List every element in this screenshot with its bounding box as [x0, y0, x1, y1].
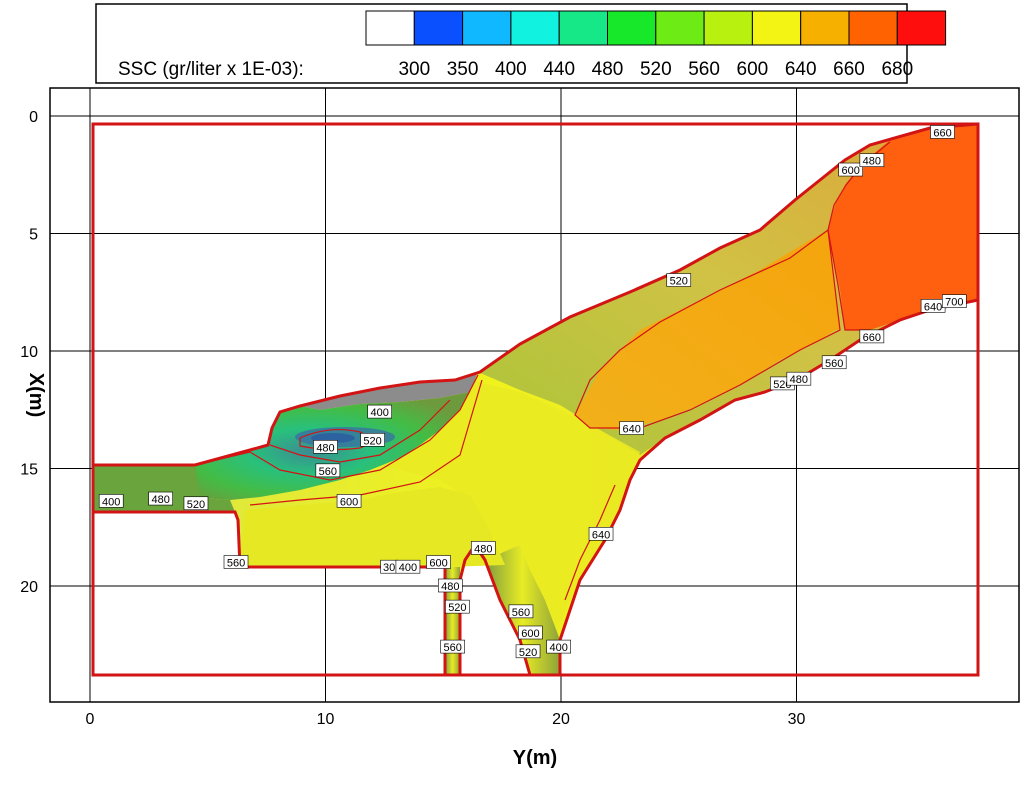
x-axis-title: Y(m) [513, 747, 557, 769]
legend-swatch [848, 10, 898, 46]
contour-label: 400 [549, 642, 567, 654]
contour-label: 30 [383, 562, 395, 574]
x-tick-label: 10 [317, 711, 335, 728]
legend-level-label: 640 [785, 59, 817, 80]
legend-level-label: 400 [495, 59, 527, 80]
contour-label: 400 [370, 407, 388, 419]
legend-swatch [558, 10, 609, 46]
concentration-contour-chart: SSC (gr/liter x 1E-03): 300 350 400 440 480 5… [20, 3, 1020, 769]
y-tick-label: 15 [20, 462, 38, 479]
contour-label: 480 [151, 494, 169, 506]
contour-label: 560 [443, 642, 461, 654]
y-tick-label: 10 [20, 344, 38, 361]
contour-label: 660 [863, 332, 881, 344]
legend: SSC (gr/liter x 1E-03): 300 350 400 440 480 5… [95, 3, 947, 84]
legend-level-label: 440 [543, 59, 575, 80]
contour-label: 640 [924, 301, 942, 313]
legend-swatch [800, 10, 850, 46]
contour-label: 520 [448, 602, 466, 614]
legend-level-label: 660 [833, 59, 865, 80]
legend-level-label: 480 [592, 59, 624, 80]
legend-level-label: 680 [881, 59, 913, 80]
legend-swatch [751, 10, 802, 46]
contour-label: 400 [102, 496, 120, 508]
legend-level-label: 520 [640, 59, 672, 80]
legend-swatch [365, 10, 415, 46]
legend-level-label: 350 [447, 59, 479, 80]
contour-label: 660 [933, 127, 951, 139]
contour-label: 520 [187, 499, 205, 511]
contour-label: 560 [227, 558, 245, 570]
y-axis-title: X(m) [25, 373, 47, 417]
y-tick-label: 0 [29, 109, 38, 126]
x-tick-label: 30 [788, 711, 806, 728]
legend-swatch [462, 10, 512, 46]
legend-swatch [655, 10, 705, 46]
contour-label: 520 [670, 276, 688, 288]
contour-label: 560 [319, 466, 337, 478]
contour-label: 640 [622, 424, 640, 436]
contour-label: 520 [363, 435, 381, 447]
contour-label: 700 [945, 297, 963, 309]
legend-swatch [607, 10, 657, 46]
y-tick-label: 20 [20, 579, 38, 596]
contour-label: 400 [399, 562, 417, 574]
contour-label: 600 [841, 165, 859, 177]
contour-label: 480 [863, 156, 881, 168]
contour-label: 640 [592, 529, 610, 541]
legend-level-label: 300 [398, 59, 430, 80]
contour-label: 560 [825, 358, 843, 370]
legend-title: SSC (gr/liter x 1E-03): [118, 59, 304, 80]
contour-label: 600 [521, 628, 539, 640]
legend-level-labels: 300 350 400 440 480 520 560 600 640 660 680 [398, 59, 913, 80]
legend-swatch [413, 10, 464, 46]
contour-label: 600 [429, 558, 447, 570]
legend-swatch [896, 10, 947, 46]
contour-label: 560 [512, 607, 530, 619]
legend-level-label: 560 [688, 59, 720, 80]
contour-label: 480 [316, 442, 334, 454]
x-tick-label: 0 [86, 711, 95, 728]
contour-label: 480 [474, 543, 492, 555]
y-tick-label: 5 [29, 227, 38, 244]
contour-label: 480 [790, 374, 808, 386]
legend-level-label: 600 [737, 59, 769, 80]
contour-label: 600 [340, 496, 358, 508]
chart-figure: SSC (gr/liter x 1E-03): 300 350 400 440 480 5… [0, 0, 1024, 780]
x-tick-label: 20 [552, 711, 570, 728]
legend-swatch [703, 10, 753, 46]
contour-label: 480 [441, 581, 459, 593]
legend-swatch [510, 10, 560, 46]
legend-swatches [365, 10, 947, 46]
contour-label: 520 [519, 647, 537, 659]
